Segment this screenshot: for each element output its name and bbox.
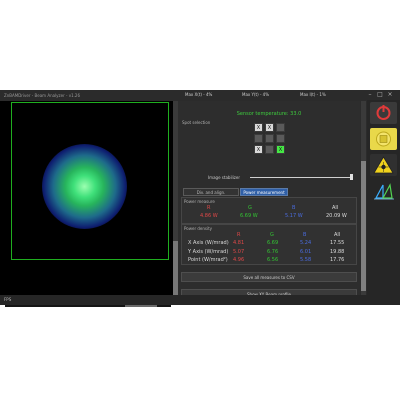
panel-vertical-scrollbar[interactable] xyxy=(361,101,366,296)
density-point-b: 5.58 xyxy=(300,257,312,263)
power-header-all: All xyxy=(332,205,339,211)
minimize-icon[interactable]: – xyxy=(366,91,374,98)
side-toolbar xyxy=(367,100,400,295)
density-x-r: 4.81 xyxy=(233,240,245,246)
spot-cell-0-0[interactable]: X xyxy=(254,123,263,132)
spot-cell-2-1[interactable] xyxy=(265,145,274,154)
status-text: FPS xyxy=(4,297,12,302)
spot-cell-0-2[interactable] xyxy=(276,123,285,132)
window-title: ZnBAMDriver - Beam Analyzer - v1.26 xyxy=(4,93,80,98)
close-icon[interactable]: × xyxy=(386,91,394,98)
power-measure-box: Power measure R G B All 4.86 W 6.69 W 5.… xyxy=(181,197,357,224)
spot-selection-title: Spot selection xyxy=(182,120,211,125)
stat-max-x: Max X(t) - 4% xyxy=(185,92,213,97)
spot-selection-grid: X X X X xyxy=(252,121,289,158)
power-measure-title: Power measure xyxy=(184,199,215,204)
density-y-b: 6.01 xyxy=(300,249,312,255)
stop-icon xyxy=(376,131,391,147)
image-stabilizer-slider-handle[interactable] xyxy=(350,174,353,180)
measurement-panel: Sensor temperature: 33.0 Spot selection … xyxy=(178,101,360,305)
power-density-title: Power density xyxy=(184,226,213,231)
spot-cell-1-1[interactable] xyxy=(265,134,274,143)
power-value-b: 5.17 W xyxy=(285,213,303,219)
power-value-r: 4.86 W xyxy=(200,213,218,219)
power-value-g: 6.69 W xyxy=(240,213,258,219)
stat-max-i: Max I(t) - 1% xyxy=(300,92,326,97)
density-point-all: 17.76 xyxy=(330,257,345,263)
beam-analyzer-window: ZnBAMDriver - Beam Analyzer - v1.26 Max … xyxy=(0,90,400,307)
density-y-r: 5.07 xyxy=(233,249,245,255)
sensor-temperature: Sensor temperature: 33.0 xyxy=(236,111,302,117)
spot-cell-2-0[interactable]: X xyxy=(254,145,263,154)
image-stabilizer-slider[interactable] xyxy=(250,177,352,178)
status-bar: FPS xyxy=(0,295,400,305)
spot-cell-2-2[interactable]: X xyxy=(276,145,285,154)
maximize-icon[interactable]: □ xyxy=(376,91,384,98)
title-bar: ZnBAMDriver - Beam Analyzer - v1.26 Max … xyxy=(0,90,400,101)
tab-div-align-measurement[interactable]: Div. and align. measurement xyxy=(183,188,239,203)
density-x-b: 5.24 xyxy=(300,240,312,246)
save-csv-button[interactable]: Save all measures to CSV xyxy=(181,272,357,282)
image-stabilizer-label: Image stabilizer xyxy=(208,175,240,180)
stat-max-y: Max Y(t) - 4% xyxy=(242,92,270,97)
tab-power-measurement[interactable]: Power measurement xyxy=(240,188,288,196)
power-header-b: B xyxy=(292,205,296,211)
spot-cell-0-1[interactable]: X xyxy=(265,123,274,132)
density-point-g: 6.56 xyxy=(267,257,279,263)
density-y-g: 6.76 xyxy=(267,249,279,255)
logo-icon xyxy=(374,183,394,200)
power-density-box: Power density R G B All X Axis (W/mrad) … xyxy=(181,224,357,265)
density-row-label: X Axis (W/mrad) xyxy=(188,240,229,246)
density-point-r: 4.96 xyxy=(233,257,245,263)
density-header-all: All xyxy=(334,232,341,238)
power-icon xyxy=(376,105,391,120)
density-x-all: 17.55 xyxy=(330,240,345,246)
stop-button[interactable] xyxy=(370,128,397,150)
density-x-g: 6.69 xyxy=(267,240,279,246)
beam-spot xyxy=(42,144,127,229)
density-row-label: Y Axis (W/mrad) xyxy=(188,249,229,255)
power-value-all: 20.09 W xyxy=(326,213,347,219)
density-y-all: 19.88 xyxy=(330,249,345,255)
laser-warning-button[interactable] xyxy=(370,154,397,176)
laser-warning-icon xyxy=(373,156,394,174)
logo xyxy=(370,180,397,202)
density-header-b: B xyxy=(303,232,307,238)
density-row-label: Point (W/mrad²) xyxy=(188,257,228,263)
spot-cell-1-0[interactable] xyxy=(254,134,263,143)
density-header-g: G xyxy=(270,232,274,238)
density-header-r: R xyxy=(237,232,241,238)
power-button[interactable] xyxy=(370,102,397,124)
camera-viewer xyxy=(0,101,178,307)
power-header-g: G xyxy=(248,205,252,211)
power-header-r: R xyxy=(207,205,211,211)
camera-image[interactable] xyxy=(11,102,169,260)
spot-cell-1-2[interactable] xyxy=(276,134,285,143)
panel-scroll-thumb[interactable] xyxy=(361,161,366,291)
